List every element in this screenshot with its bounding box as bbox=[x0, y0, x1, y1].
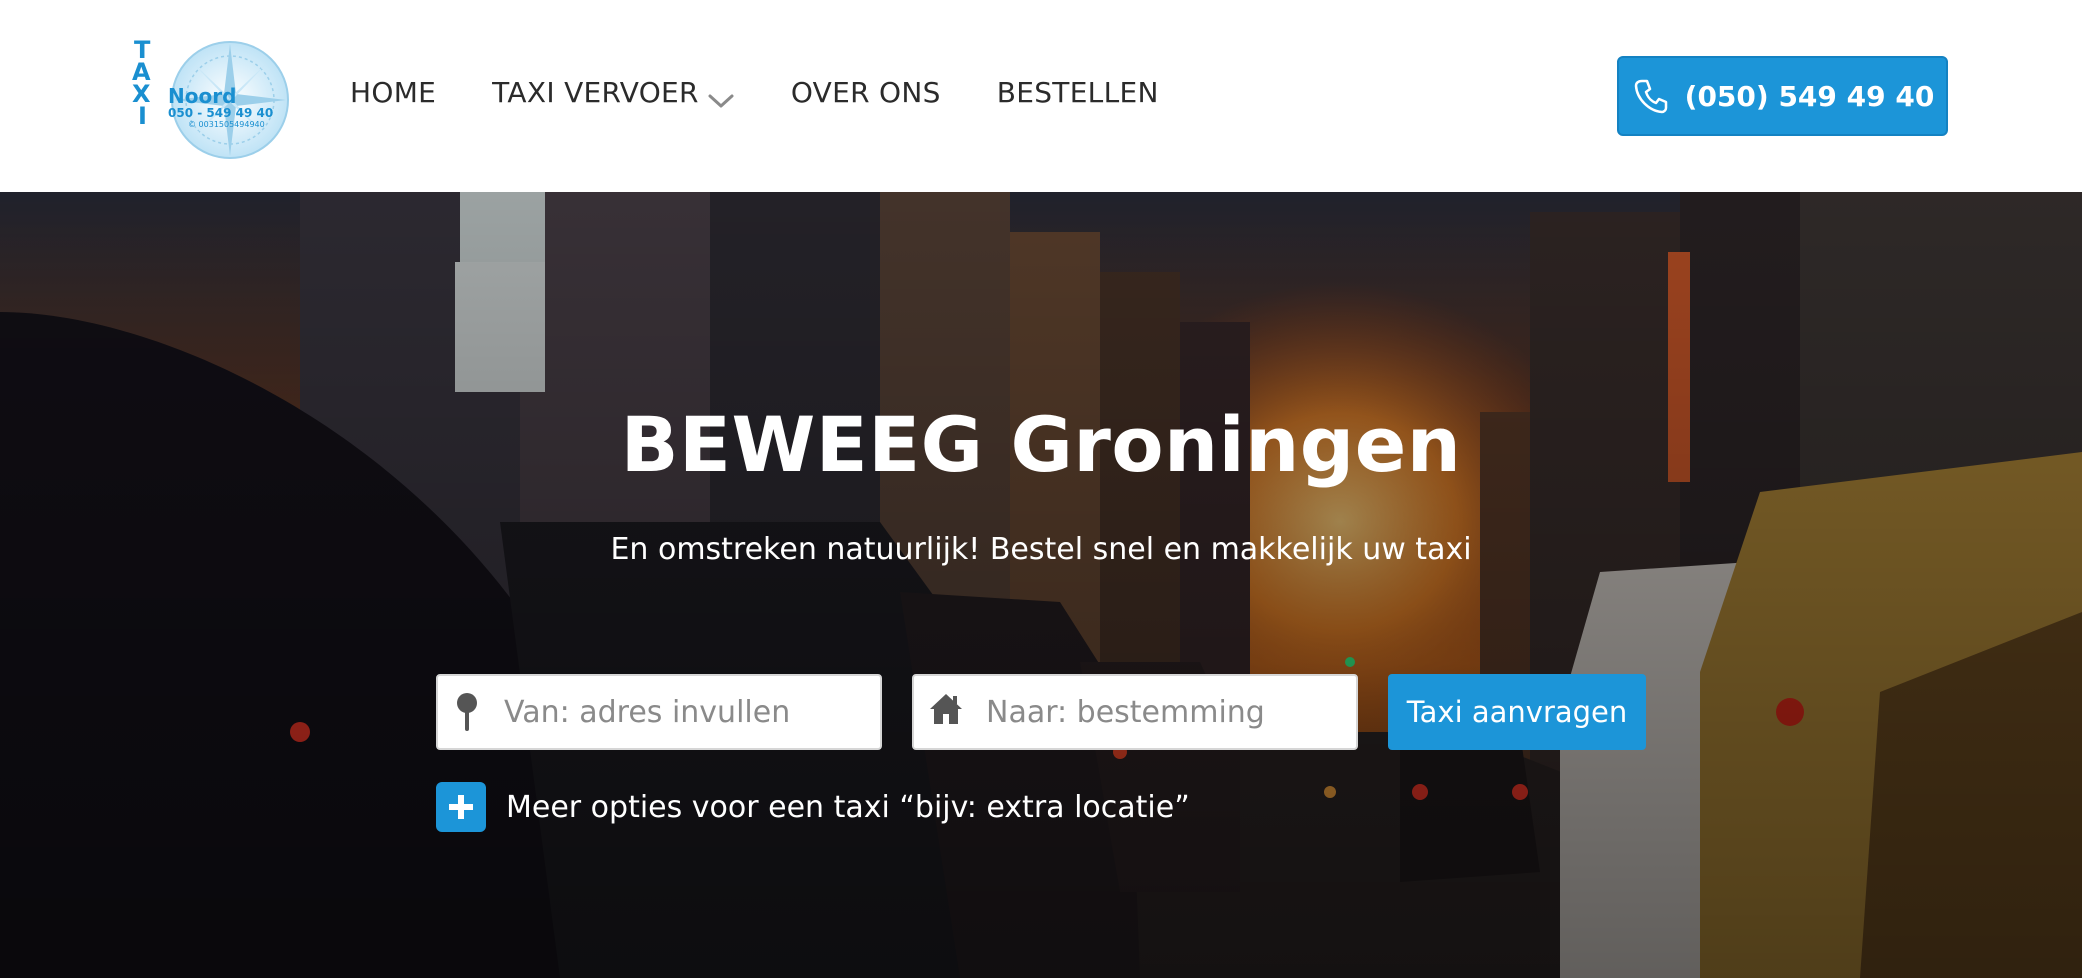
main-nav: HOME TAXI VERVOER OVER ONS BESTELLEN bbox=[350, 76, 1215, 109]
nav-home[interactable]: HOME bbox=[350, 76, 436, 109]
hero-title: BEWEEG Groningen bbox=[620, 400, 1462, 489]
logo-phone-tiny-text: © 0031505494940 bbox=[188, 120, 265, 129]
logo-phone-text: 050 - 549 49 40 bbox=[168, 106, 274, 120]
taxi-request-button-label: Taxi aanvragen bbox=[1406, 695, 1628, 729]
plus-icon[interactable] bbox=[436, 782, 486, 832]
from-address-field[interactable] bbox=[436, 674, 882, 750]
site-header: T A X I Noord 050 - 549 49 40 © 00315054… bbox=[0, 0, 2082, 192]
more-options-label: Meer opties voor een taxi “bijv: extra l… bbox=[506, 789, 1190, 825]
to-destination-field[interactable] bbox=[912, 674, 1358, 750]
nav-bestellen-label: BESTELLEN bbox=[996, 76, 1159, 109]
nav-taxi-vervoer[interactable]: TAXI VERVOER bbox=[492, 76, 735, 109]
map-pin-icon bbox=[452, 692, 482, 732]
home-icon bbox=[928, 692, 964, 732]
phone-icon bbox=[1631, 76, 1671, 116]
taxi-noord-logo[interactable]: T A X I Noord 050 - 549 49 40 © 00315054… bbox=[130, 36, 290, 164]
from-address-input[interactable] bbox=[504, 694, 864, 730]
nav-home-label: HOME bbox=[350, 76, 437, 109]
chevron-down-icon bbox=[707, 84, 735, 107]
more-options-toggle[interactable]: Meer opties voor een taxi “bijv: extra l… bbox=[436, 782, 1190, 832]
logo-letter-i: I bbox=[138, 102, 147, 130]
nav-over-ons-label: OVER ONS bbox=[790, 76, 941, 109]
phone-button-label: (050) 549 49 40 bbox=[1684, 79, 1935, 113]
hero-background-image bbox=[0, 192, 2082, 978]
nav-over-ons[interactable]: OVER ONS bbox=[791, 76, 941, 109]
hero-section: BEWEEG Groningen En omstreken natuurlijk… bbox=[0, 192, 2082, 978]
phone-call-button[interactable]: (050) 549 49 40 bbox=[1617, 56, 1948, 136]
nav-bestellen[interactable]: BESTELLEN bbox=[997, 76, 1159, 109]
logo-brand-text: Noord bbox=[168, 84, 237, 108]
to-destination-input[interactable] bbox=[986, 694, 1346, 730]
nav-taxi-vervoer-label: TAXI VERVOER bbox=[492, 76, 699, 109]
taxi-request-button[interactable]: Taxi aanvragen bbox=[1388, 674, 1646, 750]
hero-subtitle: En omstreken natuurlijk! Bestel snel en … bbox=[610, 532, 1472, 567]
